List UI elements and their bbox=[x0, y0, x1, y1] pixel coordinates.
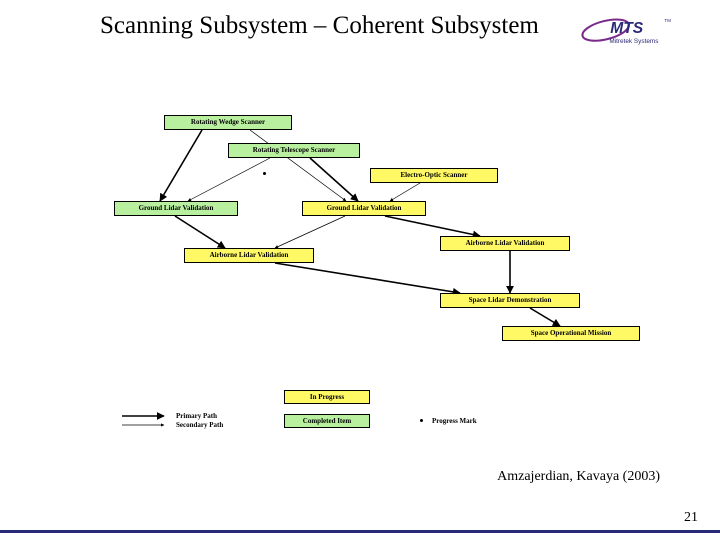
diagram-legend: Primary Path Secondary Path In Progress … bbox=[120, 388, 630, 448]
footer-rule bbox=[0, 530, 720, 533]
legend-secondary-label: Secondary Path bbox=[176, 421, 223, 429]
legend-path-lines bbox=[120, 411, 170, 431]
node-rotating-wedge: Rotating Wedge Scanner bbox=[164, 115, 292, 130]
node-airborne-lidar-1: Airborne Lidar Validation bbox=[184, 248, 314, 263]
node-rotating-telescope: Rotating Telescope Scanner bbox=[228, 143, 360, 158]
node-space-mission: Space Operational Mission bbox=[502, 326, 640, 341]
legend-completed: Completed Item bbox=[284, 414, 370, 428]
legend-in-progress: In Progress bbox=[284, 390, 370, 404]
node-electro-optic: Electro-Optic Scanner bbox=[370, 168, 498, 183]
legend-progress-dot bbox=[420, 419, 423, 422]
page-title: Scanning Subsystem – Coherent Subsystem bbox=[100, 12, 539, 41]
legend-progress-label: Progress Mark bbox=[432, 417, 477, 425]
flow-diagram: Rotating Wedge Scanner Rotating Telescop… bbox=[100, 110, 660, 365]
svg-text:TM: TM bbox=[664, 18, 671, 23]
brand-logo: MTS TM Mitretek Systems bbox=[580, 14, 690, 48]
node-airborne-lidar-2: Airborne Lidar Validation bbox=[440, 236, 570, 251]
progress-mark-dot bbox=[263, 172, 266, 175]
node-ground-lidar-2: Ground Lidar Validation bbox=[302, 201, 426, 216]
slide-page: Scanning Subsystem – Coherent Subsystem … bbox=[0, 0, 720, 540]
svg-text:MTS: MTS bbox=[610, 20, 643, 37]
node-ground-lidar-1: Ground Lidar Validation bbox=[114, 201, 238, 216]
citation-text: Amzajerdian, Kavaya (2003) bbox=[497, 469, 660, 485]
page-number: 21 bbox=[684, 510, 698, 526]
svg-text:Mitretek Systems: Mitretek Systems bbox=[609, 38, 658, 45]
node-space-demo: Space Lidar Demonstration bbox=[440, 293, 580, 308]
legend-primary-label: Primary Path bbox=[176, 412, 217, 420]
